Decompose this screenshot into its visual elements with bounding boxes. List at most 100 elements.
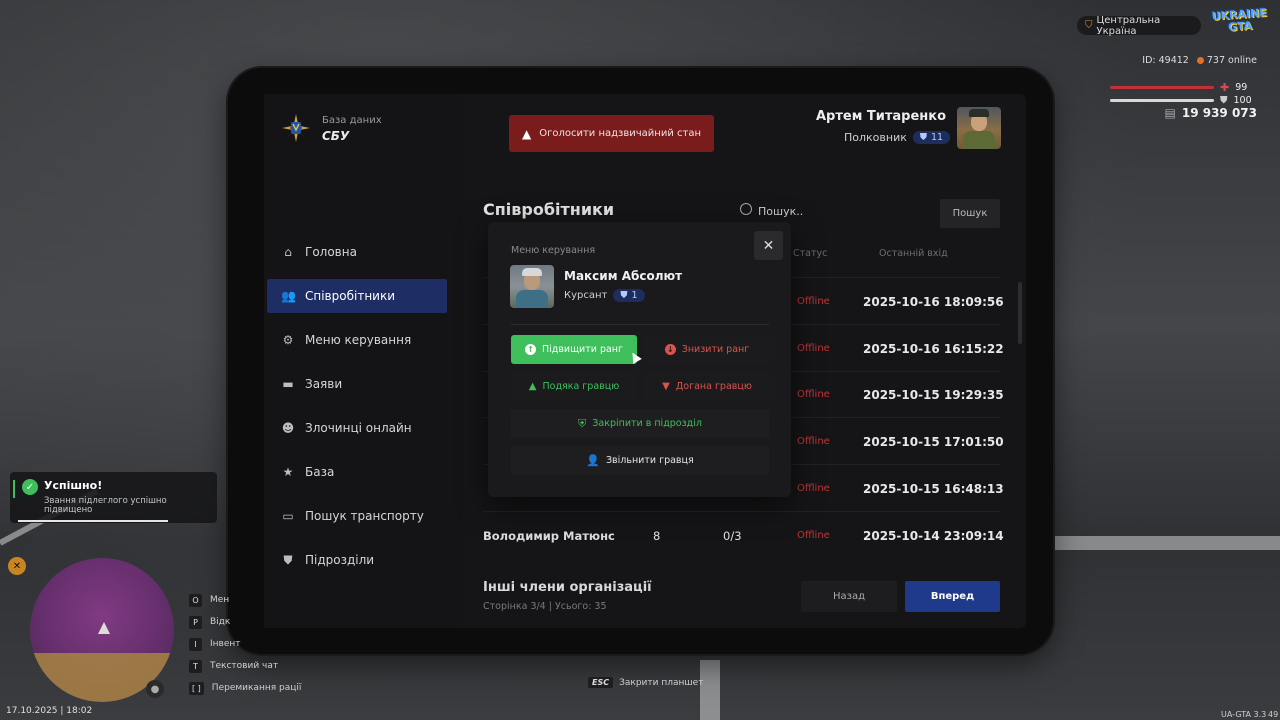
road-marking bbox=[700, 660, 720, 720]
date-time: 17.10.2025 | 18:02 bbox=[6, 706, 93, 716]
thumbs-up-icon: ▲ bbox=[528, 381, 537, 392]
last-login: 2025-10-16 18:09:56 bbox=[863, 295, 1004, 309]
road-marking bbox=[1055, 536, 1280, 550]
money-value: 19 939 073 bbox=[1181, 106, 1257, 120]
profile-rank-label: Полковник bbox=[844, 131, 907, 144]
close-tablet-hint: ESC Закрити планшет bbox=[588, 677, 703, 688]
column-header-last-login: Останній вхід bbox=[879, 248, 948, 259]
player-arrow-icon bbox=[98, 622, 110, 634]
sidebar-item-control-menu[interactable]: ⚙ Меню керування bbox=[267, 323, 447, 357]
brand-subtitle: База даних bbox=[322, 115, 382, 126]
warning-icon: ▲ bbox=[521, 126, 532, 141]
mask-icon: ☻ bbox=[281, 421, 295, 435]
sidebar-item-home[interactable]: ⌂ Головна bbox=[267, 235, 447, 269]
version-label: UA-GTA 3.3 bbox=[1221, 710, 1267, 719]
modal-title: Меню керування bbox=[511, 245, 596, 256]
wrench-icon: ✕ bbox=[8, 557, 26, 575]
region-badge: ⛉ Центральна Україна bbox=[1077, 14, 1201, 37]
hotkey-item: T Текстовий чат bbox=[189, 655, 301, 677]
last-login: 2025-10-15 17:01:50 bbox=[863, 435, 1004, 449]
sidebar-item-employees[interactable]: 👥 Співробітники bbox=[267, 279, 447, 313]
sidebar-item-label: Підрозділи bbox=[305, 553, 375, 567]
profile-name: Артем Титаренко bbox=[815, 109, 946, 124]
money-display: ▤ 19 939 073 bbox=[1165, 106, 1258, 120]
sidebar-item-label: Меню керування bbox=[305, 333, 412, 347]
last-login: 2025-10-16 16:15:22 bbox=[863, 342, 1004, 356]
status-badge: Offline bbox=[797, 483, 830, 494]
back-button[interactable]: Назад bbox=[801, 581, 897, 612]
employee-rank: 8 bbox=[653, 529, 661, 543]
health-row: ✚ 99 bbox=[1110, 81, 1261, 94]
promote-button[interactable]: ↑ Підвищити ранг bbox=[511, 335, 637, 364]
close-button[interactable]: ✕ bbox=[754, 231, 783, 260]
sidebar-item-label: База bbox=[305, 465, 335, 479]
player-id: ID: 49412 bbox=[1142, 55, 1189, 66]
last-login: 2025-10-15 16:48:13 bbox=[863, 482, 1004, 496]
reprimand-button[interactable]: ▼ Догана гравцю bbox=[644, 372, 770, 401]
car-icon: ▭ bbox=[282, 509, 294, 523]
armor-icon: ⛊ bbox=[1220, 95, 1228, 106]
shield-plus-icon: ⛨ bbox=[578, 416, 587, 430]
thumbs-down-icon: ▼ bbox=[662, 381, 670, 392]
version-extra: 49 bbox=[1268, 710, 1279, 719]
last-login: 2025-10-15 19:29:35 bbox=[863, 388, 1004, 402]
sidebar-item-label: Злочинці онлайн bbox=[305, 421, 412, 435]
sidebar-item-applications[interactable]: ▬ Заяви bbox=[267, 367, 447, 401]
profile-avatar bbox=[957, 107, 1001, 149]
declare-emergency-button[interactable]: ▲ Оголосити надзвичайний стан bbox=[509, 115, 714, 152]
sidebar-item-label: Пошук транспорту bbox=[305, 509, 424, 523]
page-title: Співробітники bbox=[483, 200, 615, 219]
next-button[interactable]: Вперед bbox=[905, 581, 1000, 612]
region-icon: ⛉ bbox=[1085, 20, 1093, 31]
rank-level-badge: ⛊ 11 bbox=[912, 131, 951, 144]
hotkey-item: O Мен bbox=[189, 589, 301, 611]
folder-icon: ▬ bbox=[282, 377, 294, 391]
target-rank: Курсант ⛊ 1 bbox=[564, 289, 645, 302]
modal-divider bbox=[511, 324, 769, 325]
emergency-label: Оголосити надзвичайний стан bbox=[539, 128, 702, 139]
home-icon: ⌂ bbox=[284, 245, 292, 259]
rank-shield-icon: ⛊ bbox=[620, 290, 628, 301]
brand-title: СБУ bbox=[322, 129, 350, 143]
hotkey-list: O Мен P Відк I Інвент T Текстовий чат [ ] Пер… bbox=[189, 589, 301, 699]
target-rank-label: Курсант bbox=[564, 290, 608, 301]
sidebar-item-label: Співробітники bbox=[305, 289, 396, 303]
armor-bar bbox=[1110, 99, 1214, 102]
armor-value: 100 bbox=[1233, 95, 1252, 106]
search-input[interactable] bbox=[758, 200, 928, 222]
sidebar-item-vehicle-search[interactable]: ▭ Пошук транспорту bbox=[267, 499, 447, 533]
assign-unit-button[interactable]: ⛨ Закріпити в підрозділ bbox=[511, 409, 769, 438]
online-count: 737 online bbox=[1196, 55, 1257, 66]
rank-shield-icon: ⛊ bbox=[919, 132, 928, 143]
row-divider bbox=[483, 511, 1000, 512]
status-badge: Offline bbox=[797, 296, 830, 307]
money-icon: ▤ bbox=[1164, 106, 1176, 120]
star-icon: ★ bbox=[282, 465, 294, 479]
sidebar-item-base[interactable]: ★ База bbox=[267, 455, 447, 489]
hotkey-item: [ ] Перемикання рації bbox=[189, 677, 301, 699]
sidebar-item-criminals-online[interactable]: ☻ Злочинці онлайн bbox=[267, 411, 447, 445]
other-members-title: Інші члени організації bbox=[483, 580, 652, 595]
gear-icon: ⚙ bbox=[282, 333, 294, 347]
demote-button[interactable]: ↓ Знизити ранг bbox=[644, 335, 770, 364]
sidebar-item-units[interactable]: ⛊ Підрозділи bbox=[267, 543, 447, 577]
hotkey-item: I Інвент bbox=[189, 633, 301, 655]
sbu-emblem-icon bbox=[282, 114, 310, 142]
users-icon: 👥 bbox=[281, 289, 296, 303]
arrow-down-icon: ↓ bbox=[664, 344, 676, 355]
fire-player-button[interactable]: 👤 Звільнити гравця bbox=[511, 446, 769, 475]
column-header-status: Статус bbox=[793, 248, 828, 259]
scrollbar[interactable] bbox=[1018, 282, 1022, 344]
thanks-button[interactable]: ▲ Подяка гравцю bbox=[511, 372, 637, 401]
armor-row: ⛊ 100 bbox=[1110, 95, 1260, 106]
sidebar-item-label: Заяви bbox=[305, 377, 343, 391]
microphone-icon: ● bbox=[146, 680, 164, 698]
region-label: Центральна Україна bbox=[1096, 14, 1161, 37]
search-icon bbox=[740, 203, 752, 215]
game-logo: UKRAINE GTA bbox=[1211, 6, 1268, 34]
target-rank-badge: ⛊ 1 bbox=[613, 289, 645, 302]
close-icon: ✕ bbox=[762, 237, 775, 254]
status-badge: Offline bbox=[797, 436, 830, 447]
employee-name: Володимир Матюнс bbox=[483, 529, 615, 543]
search-button[interactable]: Пошук bbox=[940, 199, 1000, 228]
